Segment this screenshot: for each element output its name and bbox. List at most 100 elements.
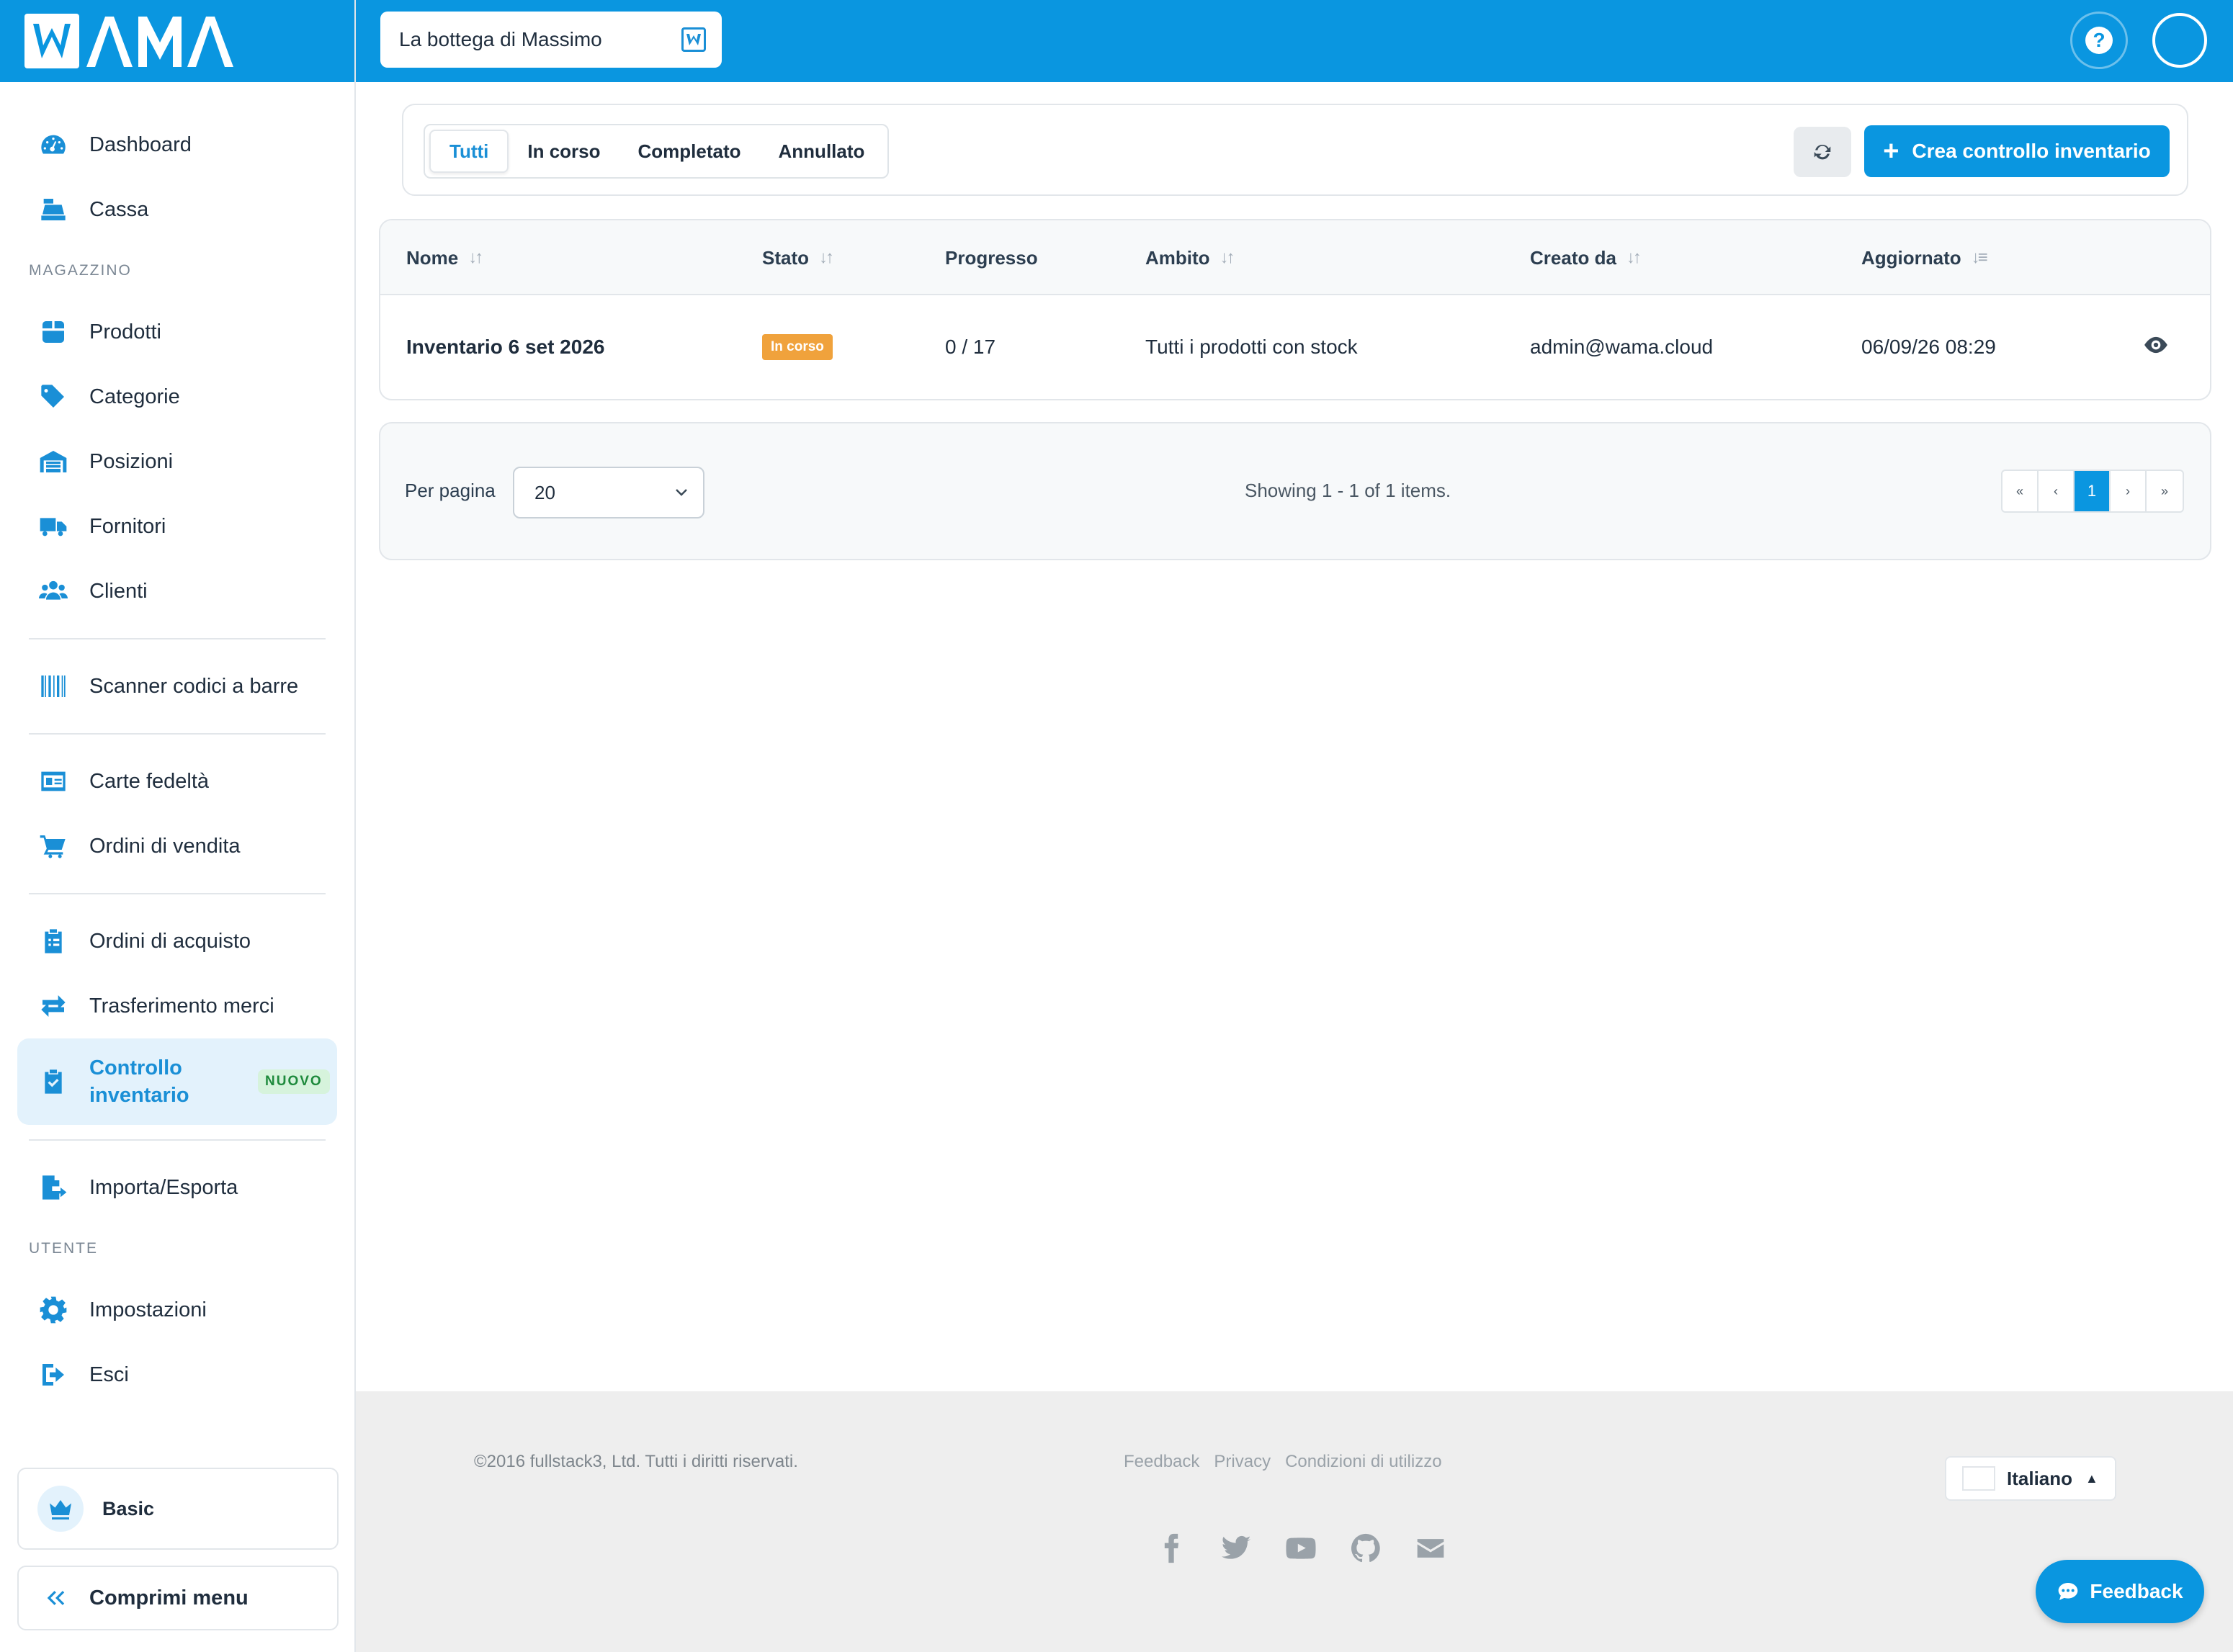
- sort-desc-icon: ↓≡: [1971, 248, 1988, 267]
- sidebar-item-label: Ordini di vendita: [89, 834, 241, 858]
- sidebar-item-posizioni[interactable]: Posizioni: [0, 429, 354, 494]
- column-header-label: Aggiornato: [1861, 246, 1961, 269]
- column-header-created-by[interactable]: Creato da ↓↑: [1530, 220, 1642, 295]
- sidebar-item-importa-esporta[interactable]: Importa/Esporta: [0, 1155, 354, 1220]
- sidebar-item-label: Carte fedeltà: [89, 769, 210, 793]
- sidebar-item-dashboard[interactable]: Dashboard: [0, 112, 354, 177]
- per-page-select[interactable]: 20: [513, 467, 704, 519]
- github-icon[interactable]: [1350, 1532, 1383, 1566]
- exchange-icon: [37, 990, 69, 1022]
- tab-annullato[interactable]: Annullato: [760, 130, 884, 173]
- footer-link-feedback[interactable]: Feedback: [1124, 1452, 1199, 1472]
- table-row[interactable]: Inventario 6 set 2026 In corso 0 / 17 Tu…: [380, 295, 2210, 399]
- sidebar-item-clienti[interactable]: Clienti: [0, 559, 354, 624]
- footer-links: Feedback Privacy Condizioni di utilizzo: [1124, 1452, 1442, 1472]
- plus-icon: +: [1883, 136, 1899, 166]
- flag-icon: [1962, 1466, 1995, 1491]
- column-header-label: Progresso: [945, 246, 1038, 269]
- prev-page-button[interactable]: ‹: [2039, 471, 2075, 511]
- sidebar-item-fornitori[interactable]: Fornitori: [0, 494, 354, 559]
- cart-icon: [37, 830, 69, 862]
- users-icon: [37, 575, 69, 607]
- id-card-icon: [37, 766, 69, 797]
- truck-icon: [37, 511, 69, 542]
- sidebar-item-impostazioni[interactable]: Impostazioni: [0, 1278, 354, 1342]
- pagination: « ‹ 1 › »: [2001, 470, 2184, 513]
- sidebar-item-prodotti[interactable]: Prodotti: [0, 300, 354, 364]
- sidebar-item-label: Cassa: [89, 197, 149, 221]
- cell-name: Inventario 6 set 2026: [406, 336, 605, 358]
- copyright: ©2016 fullstack3, Ltd. Tutti i diritti r…: [474, 1452, 798, 1471]
- sidebar-item-ordini-vendita[interactable]: Ordini di vendita: [0, 814, 354, 879]
- refresh-button[interactable]: [1794, 127, 1851, 177]
- sort-icon: ↓↑: [1626, 248, 1642, 267]
- plan-box[interactable]: Basic: [17, 1468, 339, 1550]
- sidebar-item-cassa[interactable]: Cassa: [0, 177, 354, 242]
- column-header-updated[interactable]: Aggiornato ↓≡: [1861, 220, 1988, 295]
- chevron-down-icon: [676, 489, 687, 496]
- footer: ©2016 fullstack3, Ltd. Tutti i diritti r…: [356, 1391, 2233, 1652]
- youtube-icon[interactable]: [1285, 1532, 1318, 1566]
- column-header-name[interactable]: Nome ↓↑: [406, 220, 483, 295]
- brand-logo[interactable]: [0, 0, 354, 82]
- sidebar-item-trasferimento[interactable]: Trasferimento merci: [0, 974, 354, 1038]
- sidebar-item-label: Trasferimento merci: [89, 994, 274, 1018]
- column-header-label: Nome: [406, 246, 459, 269]
- sidebar-item-scanner[interactable]: Scanner codici a barre: [0, 654, 354, 719]
- sidebar-item-label: Esci: [89, 1363, 129, 1386]
- footer-link-privacy[interactable]: Privacy: [1214, 1452, 1271, 1472]
- top-bar: La bottega di Massimo ?: [356, 0, 2233, 82]
- new-badge: NUOVO: [258, 1069, 330, 1094]
- twitter-icon[interactable]: [1220, 1532, 1253, 1566]
- sidebar-item-label: Prodotti: [89, 320, 161, 344]
- cash-register-icon: [37, 194, 69, 225]
- status-tabs: Tutti In corso Completato Annullato: [424, 124, 890, 179]
- chevrons-left-icon: [47, 1591, 65, 1605]
- tab-in-corso[interactable]: In corso: [509, 130, 619, 173]
- sidebar-item-categorie[interactable]: Categorie: [0, 364, 354, 429]
- footer-link-terms[interactable]: Condizioni di utilizzo: [1285, 1452, 1441, 1472]
- language-selector[interactable]: Italiano ▲: [1945, 1456, 2116, 1501]
- wama-logo: [24, 14, 233, 68]
- first-page-button[interactable]: «: [2002, 471, 2039, 511]
- tags-icon: [37, 381, 69, 413]
- create-inventory-check-label: Crea controllo inventario: [1912, 140, 2151, 162]
- help-button[interactable]: ?: [2070, 12, 2128, 69]
- email-icon[interactable]: [1415, 1532, 1448, 1566]
- store-selector[interactable]: La bottega di Massimo: [380, 12, 722, 68]
- sidebar-item-controllo-inventario[interactable]: Controllo inventario NUOVO: [17, 1038, 337, 1125]
- nav-divider: [29, 893, 326, 894]
- sidebar-item-label: Ordini di acquisto: [89, 929, 251, 953]
- collapse-menu-button[interactable]: Comprimi menu: [17, 1566, 339, 1630]
- column-header-progress: Progresso: [945, 220, 1038, 295]
- store-name: La bottega di Massimo: [399, 28, 602, 50]
- sort-icon: ↓↑: [819, 248, 834, 267]
- sidebar-item-label: Posizioni: [89, 449, 174, 473]
- main-nav: Dashboard Cassa MAGAZZINO Prodotti Categ…: [0, 82, 354, 1407]
- column-header-scope[interactable]: Ambito ↓↑: [1145, 220, 1235, 295]
- tab-completato[interactable]: Completato: [619, 130, 760, 173]
- cell-status: In corso: [762, 295, 833, 399]
- sidebar-item-ordini-acquisto[interactable]: Ordini di acquisto: [0, 909, 354, 974]
- last-page-button[interactable]: »: [2147, 471, 2183, 511]
- feedback-label: Feedback: [2090, 1580, 2183, 1602]
- sidebar-item-label: Dashboard: [89, 133, 192, 156]
- sidebar-item-carte-fedelta[interactable]: Carte fedeltà: [0, 749, 354, 814]
- feedback-button[interactable]: Feedback: [2036, 1560, 2204, 1623]
- cell-scope: Tutti i prodotti con stock: [1145, 336, 1358, 358]
- page-button-current[interactable]: 1: [2075, 471, 2111, 511]
- cell-created-by: admin@wama.cloud: [1530, 336, 1714, 358]
- column-header-status[interactable]: Stato ↓↑: [762, 220, 834, 295]
- user-avatar[interactable]: [2152, 13, 2207, 68]
- next-page-button[interactable]: ›: [2111, 471, 2147, 511]
- clipboard-list-icon: [37, 925, 69, 957]
- warehouse-icon: [37, 446, 69, 477]
- view-button[interactable]: [2142, 331, 2174, 363]
- box-icon: [37, 316, 69, 348]
- barcode-icon: [37, 670, 69, 702]
- sidebar-item-esci[interactable]: Esci: [0, 1342, 354, 1407]
- tab-tutti[interactable]: Tutti: [429, 130, 509, 173]
- create-inventory-check-button[interactable]: + Crea controllo inventario: [1864, 125, 2170, 177]
- facebook-icon[interactable]: [1155, 1532, 1189, 1566]
- dashboard-icon: [37, 129, 69, 161]
